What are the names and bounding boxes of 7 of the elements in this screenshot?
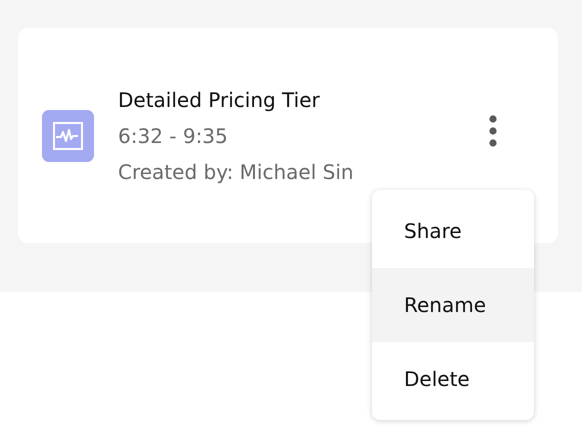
menu-item[interactable]: Rename	[372, 268, 534, 342]
waveform-icon	[42, 110, 94, 162]
time-range: 6:32 - 9:35	[118, 122, 229, 150]
menu-item[interactable]: Delete	[372, 342, 534, 416]
more-options-icon[interactable]	[488, 114, 498, 146]
created-by: Created by: Michael Sin	[118, 158, 355, 186]
recording-title: Detailed Pricing Tier	[118, 86, 321, 114]
